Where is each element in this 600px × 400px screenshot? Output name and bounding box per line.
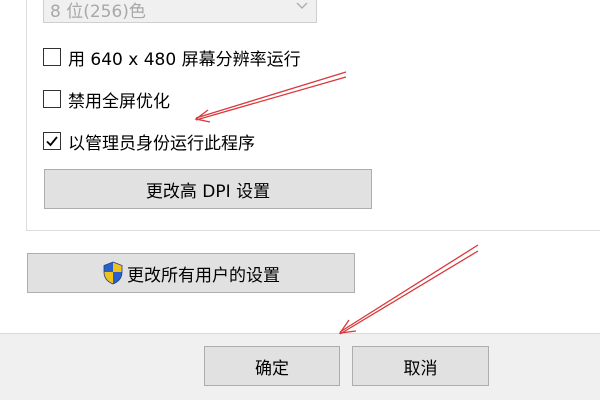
checkbox-run-as-admin[interactable] <box>43 132 61 150</box>
chevron-down-icon <box>296 2 308 10</box>
option-run-as-admin-label: 以管理员身份运行此程序 <box>68 133 255 154</box>
change-all-users-button[interactable]: 更改所有用户的设置 <box>27 253 355 293</box>
ok-button[interactable]: 确定 <box>204 346 340 386</box>
check-icon <box>46 136 58 147</box>
option-640x480-label: 用 640 x 480 屏幕分辨率运行 <box>68 49 301 70</box>
change-high-dpi-button[interactable]: 更改高 DPI 设置 <box>44 169 372 209</box>
color-mode-dropdown[interactable]: 8 位(256)色 <box>43 0 317 23</box>
option-640x480[interactable]: 用 640 x 480 屏幕分辨率运行 <box>43 46 301 70</box>
option-run-as-admin[interactable]: 以管理员身份运行此程序 <box>43 130 255 154</box>
color-mode-value: 8 位(256)色 <box>50 2 146 22</box>
option-disable-fullscreen-optimization[interactable]: 禁用全屏优化 <box>43 88 170 112</box>
change-all-users-label: 更改所有用户的设置 <box>127 265 280 286</box>
option-disable-fullscreen-optimization-label: 禁用全屏优化 <box>68 91 170 112</box>
checkbox-640x480[interactable] <box>43 48 61 66</box>
uac-shield-icon <box>103 261 123 285</box>
compatibility-tab-panel: 8 位(256)色 用 640 x 480 屏幕分辨率运行 禁用全屏优化 以管理… <box>0 0 600 334</box>
checkbox-disable-fullscreen-optimization[interactable] <box>43 90 61 108</box>
cancel-button[interactable]: 取消 <box>352 346 489 386</box>
